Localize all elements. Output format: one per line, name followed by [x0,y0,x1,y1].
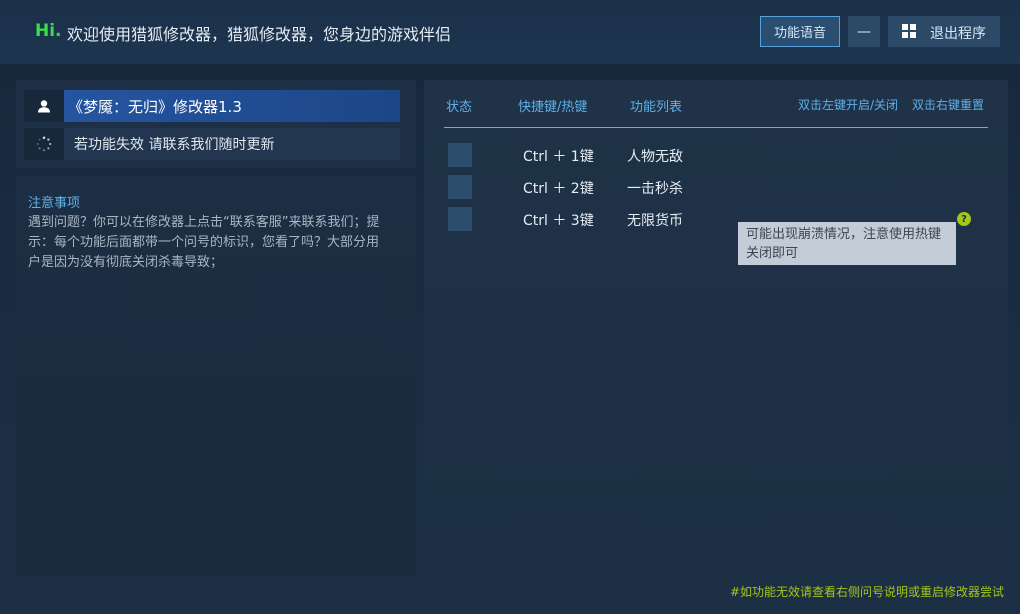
feature-checkbox[interactable] [448,175,472,199]
help-question-mark: ? [961,213,967,225]
feature-name: 一击秒杀 [627,181,683,197]
minimize-icon: — [857,23,871,40]
toggle-hint: 双击左键开启/关闭 [798,98,899,112]
feature-row[interactable]: Ctrl ＋ 2键 一击秒杀 [424,175,1008,201]
feature-panel: 状态 快捷键/热键 功能列表 双击左键开启/关闭 双击右键重置 Ctrl ＋ 1… [424,80,1008,570]
notes-title: 注意事项 [28,196,81,211]
support-row[interactable]: 若功能失效 请联系我们随时更新 [24,128,400,160]
footer-note: #如功能无效请查看右侧问号说明或重启修改器尝试 [729,585,1004,599]
feature-hotkey: Ctrl ＋ 3键 [523,213,594,229]
reset-hint: 双击右键重置 [912,98,985,112]
feature-checkbox[interactable] [448,143,472,167]
feature-row[interactable]: Ctrl ＋ 1键 人物无敌 [424,143,1008,169]
hi-logo: Hi. [35,21,62,41]
feature-hotkey: Ctrl ＋ 2键 [523,181,594,197]
header-divider [444,127,988,128]
user-icon [24,90,64,122]
notes-body: 遇到问题？你可以在修改器上点击“联系客服”来联系我们；提示：每个功能后面都带一个… [28,215,380,270]
voice-button[interactable]: 功能语音 [760,16,840,47]
notes-panel: 注意事项 遇到问题？你可以在修改器上点击“联系客服”来联系我们；提示：每个功能后… [16,176,416,576]
minimize-button[interactable]: — [848,16,880,47]
voice-button-label: 功能语音 [773,26,826,41]
help-question-icon[interactable]: ? [957,212,971,226]
game-info-panel: 《梦魇：无归》修改器1.3 若功能失效 请联系我们随时更新 [16,80,416,168]
windows-icon [902,24,916,38]
feature-tooltip: 可能出现崩溃情况，注意使用热键关闭即可 [738,222,956,265]
feature-name: 无限货币 [627,213,683,229]
feature-hotkey: Ctrl ＋ 1键 [523,149,594,165]
loading-icon [24,128,64,160]
game-title-row[interactable]: 《梦魇：无归》修改器1.3 [24,90,400,122]
welcome-text: 欢迎使用猎狐修改器，猎狐修改器，您身边的游戏伴侣 [67,25,452,44]
exit-button-label: 退出程序 [930,26,986,42]
feature-name: 人物无敌 [627,149,683,165]
feature-checkbox[interactable] [448,207,472,231]
support-text: 若功能失效 请联系我们随时更新 [64,128,400,160]
column-header-features: 功能列表 [630,100,683,115]
exit-button[interactable]: 退出程序 [888,16,1000,47]
header-bar: Hi. 欢迎使用猎狐修改器，猎狐修改器，您身边的游戏伴侣 功能语音 — 退出程序 [0,0,1020,64]
column-header-hotkey: 快捷键/热键 [518,100,588,115]
column-header-status: 状态 [446,100,473,115]
game-title: 《梦魇：无归》修改器1.3 [64,90,400,122]
